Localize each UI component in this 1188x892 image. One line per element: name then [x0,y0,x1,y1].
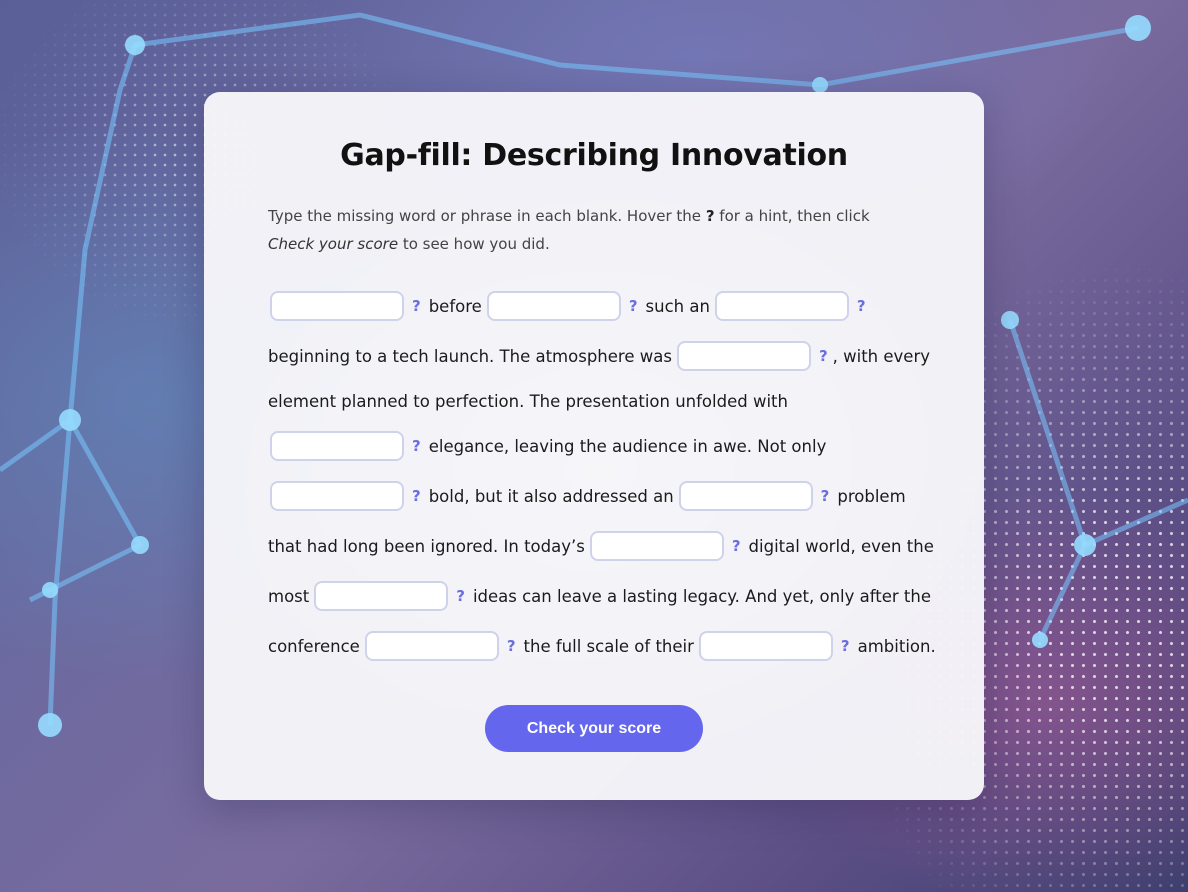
gap-input-7[interactable] [678,481,813,511]
hint-icon-9[interactable]: ? [456,587,465,605]
passage-line-1: ? before ? such an ? [268,288,928,324]
passage-line-5: ? bold, but it also addressed an ? probl… [268,478,928,514]
instructions-text-1: Type the missing word or phrase in each … [268,207,706,225]
instructions: Type the missing word or phrase in each … [268,202,908,258]
instructions-hint-symbol: ? [705,207,715,225]
passage-text: digital world, even the [748,536,934,556]
gap-input-6[interactable] [270,481,404,511]
gap-input-3[interactable] [714,291,849,321]
hint-icon-6[interactable]: ? [412,487,421,505]
instructions-text-2: for a hint, then click [714,207,870,225]
hint-icon-4[interactable]: ? [819,347,828,365]
passage-text: such an [645,296,710,316]
gap-input-9[interactable] [314,581,449,611]
hint-icon-10[interactable]: ? [507,637,516,655]
passage-text: before [428,296,482,316]
passage-text: most [268,586,310,606]
passage-line-6: that had long been ignored. In today’s ?… [268,528,934,564]
hint-icon-7[interactable]: ? [821,487,830,505]
passage-text: beginning to a tech launch. The atmosphe… [268,346,672,366]
hint-icon-5[interactable]: ? [412,437,421,455]
passage-text: ambition. [857,636,936,656]
passage-line-3: element planned to perfection. The prese… [268,388,928,414]
passage-line-8: conference ? the full scale of their ? a… [268,628,936,664]
instructions-check-reference: Check your score [268,235,399,253]
hint-icon-1[interactable]: ? [412,297,421,315]
passage-text: conference [268,636,360,656]
gap-input-1[interactable] [270,291,404,321]
passage-text: the full scale of their [523,636,694,656]
gap-input-2[interactable] [486,291,621,321]
passage-text: bold, but it also addressed an [428,486,674,506]
hint-icon-11[interactable]: ? [841,637,850,655]
passage-line-7: most ? ideas can leave a lasting legacy.… [268,578,932,614]
gap-input-11[interactable] [698,631,833,661]
gap-fill-passage: ? before ? such an ? beginning to a tech… [268,288,936,678]
gap-input-10[interactable] [364,631,499,661]
check-score-button[interactable]: Check your score [485,705,703,752]
instructions-text-3: to see how you did. [398,235,550,253]
hint-icon-8[interactable]: ? [732,537,741,555]
passage-line-4: ? elegance, leaving the audience in awe.… [268,428,928,464]
passage-text: elegance, leaving the audience in awe. N… [428,436,827,456]
passage-text: ideas can leave a lasting legacy. And ye… [472,586,932,606]
passage-text: problem [837,486,906,506]
page-title: Gap-fill: Describing Innovation [340,138,848,173]
hint-icon-3[interactable]: ? [857,297,866,315]
passage-line-2: beginning to a tech launch. The atmosphe… [268,338,930,374]
passage-text: element planned to perfection. The prese… [268,391,788,411]
gap-input-8[interactable] [589,531,724,561]
gap-input-4[interactable] [676,341,811,371]
passage-text: that had long been ignored. In today’s [268,536,585,556]
hint-icon-2[interactable]: ? [629,297,638,315]
gap-input-5[interactable] [270,431,404,461]
passage-text: , with every [832,346,930,366]
